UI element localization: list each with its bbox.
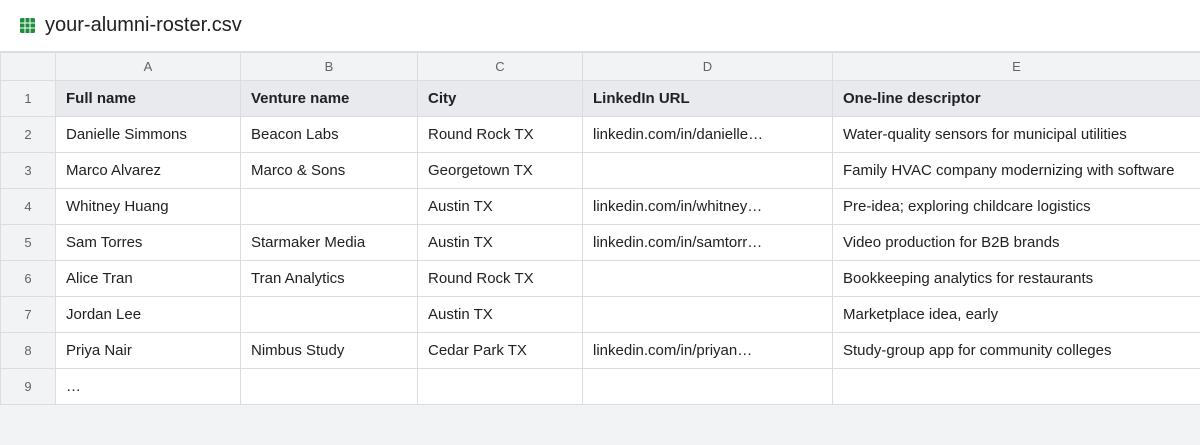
title-bar: your-alumni-roster.csv [0, 0, 1200, 52]
cell-e6[interactable]: Bookkeeping analytics for restaurants [832, 260, 1200, 297]
row-number[interactable]: 4 [0, 188, 56, 225]
cell-b2[interactable]: Beacon Labs [240, 116, 418, 153]
cell-e3[interactable]: Family HVAC company modernizing with sof… [832, 152, 1200, 189]
cell-a3[interactable]: Marco Alvarez [55, 152, 241, 189]
row-number[interactable]: 6 [0, 260, 56, 297]
cell-b1[interactable]: Venture name [240, 80, 418, 117]
spreadsheet-icon [20, 18, 35, 33]
cell-c1[interactable]: City [417, 80, 583, 117]
cell-d5[interactable]: linkedin.com/in/samtorr… [582, 224, 833, 261]
cell-b8[interactable]: Nimbus Study [240, 332, 418, 369]
cell-b7[interactable] [240, 296, 418, 333]
cell-d3[interactable] [582, 152, 833, 189]
cell-b9[interactable] [240, 368, 418, 405]
cell-e7[interactable]: Marketplace idea, early [832, 296, 1200, 333]
row-number[interactable]: 5 [0, 224, 56, 261]
cell-a2[interactable]: Danielle Simmons [55, 116, 241, 153]
cell-d7[interactable] [582, 296, 833, 333]
cell-e2[interactable]: Water-quality sensors for municipal util… [832, 116, 1200, 153]
cell-d4[interactable]: linkedin.com/in/whitney… [582, 188, 833, 225]
cell-d8[interactable]: linkedin.com/in/priyan… [582, 332, 833, 369]
cell-d1[interactable]: LinkedIn URL [582, 80, 833, 117]
table-row: 4 Whitney Huang Austin TX linkedin.com/in/w… [0, 188, 1200, 225]
cell-a4[interactable]: Whitney Huang [55, 188, 241, 225]
cell-e9[interactable] [832, 368, 1200, 405]
row-number[interactable]: 3 [0, 152, 56, 189]
column-header-c[interactable]: C [417, 52, 583, 81]
select-all-corner[interactable] [0, 52, 56, 81]
column-header-b[interactable]: B [240, 52, 418, 81]
cell-c5[interactable]: Austin TX [417, 224, 583, 261]
cell-a6[interactable]: Alice Tran [55, 260, 241, 297]
column-header-d[interactable]: D [582, 52, 833, 81]
table-row: 2 Danielle Simmons Beacon Labs Round Rock T… [0, 116, 1200, 153]
cell-b6[interactable]: Tran Analytics [240, 260, 418, 297]
cell-d2[interactable]: linkedin.com/in/danielle… [582, 116, 833, 153]
spreadsheet-grid: A B C D E 1 Full name Venture name City Link… [0, 52, 1200, 405]
cell-a8[interactable]: Priya Nair [55, 332, 241, 369]
cell-c7[interactable]: Austin TX [417, 296, 583, 333]
table-row: 5 Sam Torres Starmaker Media Austin TX linke… [0, 224, 1200, 261]
row-number[interactable]: 8 [0, 332, 56, 369]
table-row: 8 Priya Nair Nimbus Study Cedar Park TX link… [0, 332, 1200, 369]
cell-c8[interactable]: Cedar Park TX [417, 332, 583, 369]
cell-c9[interactable] [417, 368, 583, 405]
cell-b5[interactable]: Starmaker Media [240, 224, 418, 261]
cell-c2[interactable]: Round Rock TX [417, 116, 583, 153]
row-number[interactable]: 2 [0, 116, 56, 153]
cell-e1[interactable]: One-line descriptor [832, 80, 1200, 117]
header-row: 1 Full name Venture name City LinkedIn URL On… [0, 80, 1200, 117]
column-header-a[interactable]: A [55, 52, 241, 81]
table-row: 7 Jordan Lee Austin TX Marketplace idea, ea… [0, 296, 1200, 333]
cell-b3[interactable]: Marco & Sons [240, 152, 418, 189]
file-name: your-alumni-roster.csv [45, 14, 242, 36]
cell-a9[interactable]: … [55, 368, 241, 405]
cell-d9[interactable] [582, 368, 833, 405]
column-header-row: A B C D E [0, 52, 1200, 81]
table-row: 6 Alice Tran Tran Analytics Round Rock TX Bo… [0, 260, 1200, 297]
cell-e5[interactable]: Video production for B2B brands [832, 224, 1200, 261]
cell-a7[interactable]: Jordan Lee [55, 296, 241, 333]
cell-b4[interactable] [240, 188, 418, 225]
cell-c4[interactable]: Austin TX [417, 188, 583, 225]
cell-c3[interactable]: Georgetown TX [417, 152, 583, 189]
cell-e8[interactable]: Study-group app for community colleges [832, 332, 1200, 369]
table-row: 3 Marco Alvarez Marco & Sons Georgetown TX F… [0, 152, 1200, 189]
cell-d6[interactable] [582, 260, 833, 297]
table-row: 9… [0, 368, 1200, 405]
cell-c6[interactable]: Round Rock TX [417, 260, 583, 297]
row-number[interactable]: 1 [0, 80, 56, 117]
cell-a5[interactable]: Sam Torres [55, 224, 241, 261]
cell-a1[interactable]: Full name [55, 80, 241, 117]
row-number[interactable]: 9 [0, 368, 56, 405]
column-header-e[interactable]: E [832, 52, 1200, 81]
cell-e4[interactable]: Pre-idea; exploring childcare logistics [832, 188, 1200, 225]
row-number[interactable]: 7 [0, 296, 56, 333]
